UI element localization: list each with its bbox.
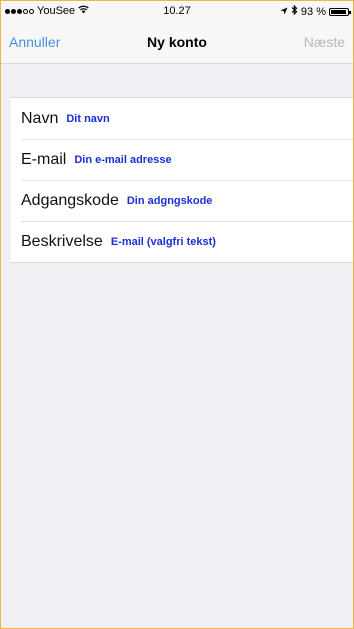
form-row-email[interactable]: E-mail	[11, 139, 353, 180]
account-form: Navn E-mail Adgangskode Beskrivelse	[11, 97, 353, 263]
status-bar: YouSee 10.27 93 %	[1, 1, 353, 23]
location-arrow-icon	[280, 6, 288, 18]
screen-frame: YouSee 10.27 93 % Annuller Ny konto Næst…	[0, 0, 354, 629]
next-button[interactable]: Næste	[304, 34, 345, 50]
description-input[interactable]	[110, 235, 353, 248]
form-row-password[interactable]: Adgangskode	[11, 180, 353, 221]
battery-percentage: 93 %	[300, 5, 326, 18]
email-label: E-mail	[21, 150, 67, 168]
status-right: 93 %	[280, 4, 351, 18]
form-row-name[interactable]: Navn	[11, 98, 353, 139]
form-row-description[interactable]: Beskrivelse	[11, 221, 353, 262]
description-label: Beskrivelse	[21, 232, 103, 250]
page-title: Ny konto	[147, 34, 207, 50]
navigation-bar: Annuller Ny konto Næste	[1, 23, 353, 64]
name-input[interactable]	[66, 112, 353, 125]
bluetooth-icon	[291, 4, 298, 18]
email-input[interactable]	[74, 153, 353, 166]
battery-level	[331, 9, 346, 14]
password-input[interactable]	[126, 194, 353, 207]
battery-icon	[329, 7, 351, 16]
password-label: Adgangskode	[21, 191, 119, 209]
name-label: Navn	[21, 109, 59, 127]
